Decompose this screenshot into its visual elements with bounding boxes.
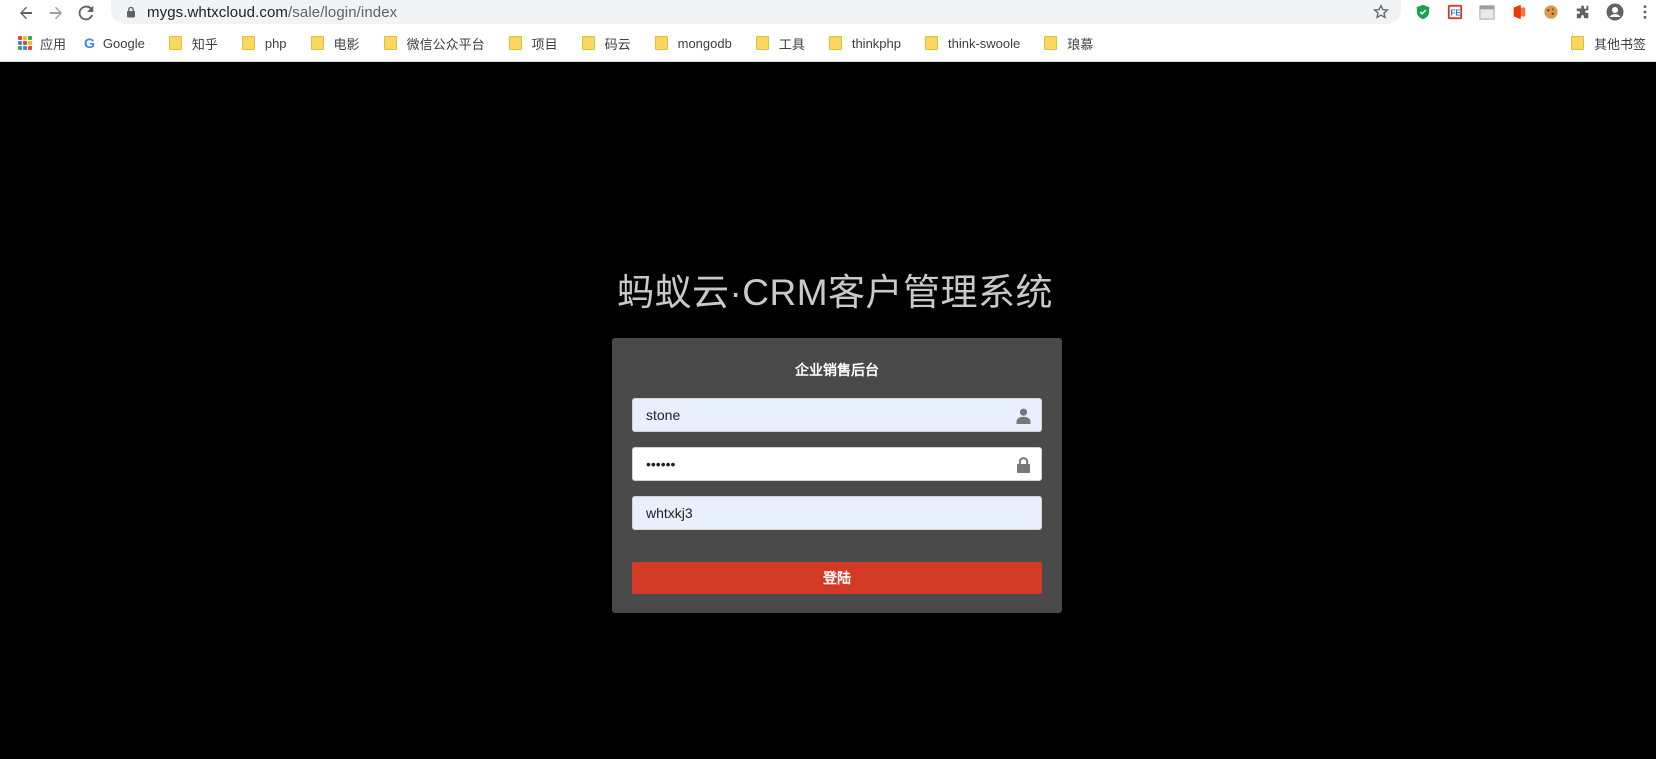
bookmark-zhihu[interactable]: 知乎 bbox=[161, 29, 226, 57]
arrow-right-icon bbox=[50, 6, 62, 19]
browser-toolbar: mygs.whtxcloud.com/sale/login/index FE bbox=[0, 0, 1656, 25]
forward-button[interactable] bbox=[44, 1, 68, 25]
company-code-input[interactable] bbox=[633, 497, 1041, 529]
folder-icon bbox=[1570, 36, 1584, 50]
folder-icon bbox=[654, 36, 668, 50]
google-icon: G bbox=[84, 35, 95, 51]
password-field[interactable] bbox=[632, 447, 1042, 481]
folder-icon bbox=[310, 36, 324, 50]
office-extension-icon[interactable] bbox=[1510, 3, 1528, 21]
reload-icon bbox=[78, 5, 94, 20]
bookmark-label: 其他书签 bbox=[1593, 36, 1646, 52]
folder-icon bbox=[168, 36, 182, 50]
login-panel: 企业销售后台 登陆 bbox=[612, 338, 1062, 613]
svg-text:FE: FE bbox=[1451, 9, 1462, 18]
bookmark-movie[interactable]: 电影 bbox=[303, 29, 368, 57]
bookmark-think-swoole[interactable]: think-swoole bbox=[917, 29, 1028, 57]
cookie-extension-icon[interactable] bbox=[1542, 3, 1560, 21]
bookmark-label: 电影 bbox=[333, 36, 360, 52]
bookmark-other[interactable]: 其他书签 bbox=[1563, 29, 1654, 57]
folder-icon bbox=[581, 36, 595, 50]
url-path: /sale/login/index bbox=[288, 3, 398, 21]
bookmark-star-icon[interactable] bbox=[1373, 4, 1389, 20]
username-input[interactable] bbox=[633, 399, 1041, 431]
bookmark-label: 应用 bbox=[40, 36, 67, 52]
folder-icon bbox=[508, 36, 522, 50]
folder-icon bbox=[383, 36, 397, 50]
company-code-field[interactable] bbox=[632, 496, 1042, 530]
page-title: 蚂蚁云·CRM客户管理系统 bbox=[616, 272, 1054, 313]
bookmark-label: 工具 bbox=[778, 36, 805, 52]
bookmark-label: mongodb bbox=[677, 35, 732, 51]
login-button[interactable]: 登陆 bbox=[632, 562, 1042, 594]
bookmark-label: Google bbox=[102, 35, 145, 51]
shield-extension-icon[interactable] bbox=[1414, 3, 1432, 21]
bookmark-projects[interactable]: 项目 bbox=[501, 29, 566, 57]
url-text: mygs.whtxcloud.com/sale/login/index bbox=[147, 4, 397, 21]
address-bar[interactable]: mygs.whtxcloud.com/sale/login/index bbox=[111, 0, 1401, 24]
bookmark-label: 微信公众平台 bbox=[406, 36, 485, 52]
menu-kebab-icon[interactable] bbox=[1636, 3, 1654, 21]
bookmark-label: 知乎 bbox=[191, 36, 218, 52]
bookmark-tools[interactable]: 工具 bbox=[748, 29, 813, 57]
bookmark-label: php bbox=[264, 35, 287, 51]
user-icon bbox=[1016, 408, 1031, 424]
bookmark-label: thinkphp bbox=[851, 35, 901, 51]
arrow-left-icon bbox=[20, 6, 32, 19]
bookmark-langmu[interactable]: 琅慕 bbox=[1036, 29, 1101, 57]
bookmark-thinkphp[interactable]: thinkphp bbox=[821, 29, 909, 57]
bookmark-php[interactable]: php bbox=[234, 29, 295, 57]
fe-extension-icon[interactable]: FE bbox=[1446, 3, 1464, 21]
profile-avatar-icon[interactable] bbox=[1606, 3, 1624, 21]
bookmark-label: 码云 bbox=[604, 36, 631, 52]
bookmarks-bar: 应用 G Google 知乎 php 电影 微信公众平台 项目 码云 mongo… bbox=[0, 25, 1656, 62]
folder-icon bbox=[828, 36, 842, 50]
calendar-extension-icon[interactable] bbox=[1478, 3, 1496, 21]
password-input[interactable] bbox=[633, 448, 1041, 480]
folder-icon bbox=[755, 36, 769, 50]
puzzle-extensions-icon[interactable] bbox=[1574, 3, 1592, 21]
bookmark-mongodb[interactable]: mongodb bbox=[647, 29, 740, 57]
bookmark-gitee[interactable]: 码云 bbox=[574, 29, 639, 57]
bookmark-label: 项目 bbox=[531, 36, 558, 52]
login-panel-title: 企业销售后台 bbox=[795, 362, 879, 378]
url-host: mygs.whtxcloud.com bbox=[147, 3, 289, 21]
bookmark-apps[interactable]: 应用 bbox=[10, 29, 74, 57]
apps-grid-icon bbox=[18, 36, 32, 50]
lock-icon bbox=[1017, 457, 1030, 473]
username-field[interactable] bbox=[632, 398, 1042, 432]
folder-icon bbox=[1044, 36, 1058, 50]
lock-icon bbox=[127, 6, 135, 18]
bookmark-label: think-swoole bbox=[948, 35, 1021, 51]
folder-icon bbox=[241, 36, 255, 50]
bookmark-wechat[interactable]: 微信公众平台 bbox=[376, 29, 493, 57]
folder-icon bbox=[925, 36, 938, 50]
bookmark-label: 琅慕 bbox=[1067, 36, 1094, 52]
back-button[interactable] bbox=[14, 1, 38, 25]
reload-button[interactable] bbox=[74, 1, 98, 25]
bookmark-google[interactable]: G Google bbox=[76, 29, 153, 57]
